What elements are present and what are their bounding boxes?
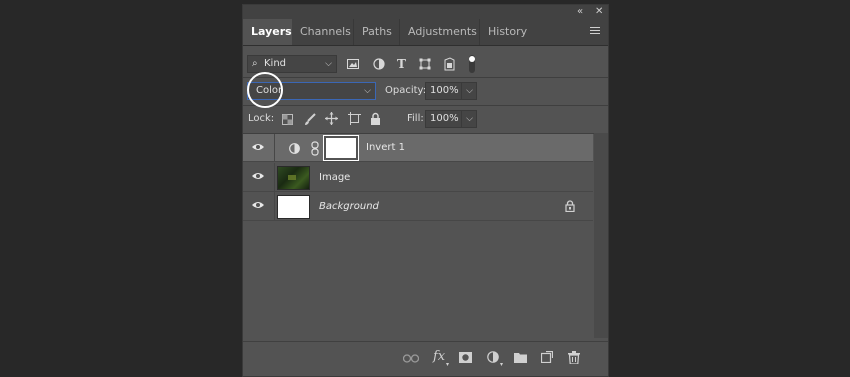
tab-channels[interactable]: Channels xyxy=(292,19,359,45)
lock-position-icon[interactable] xyxy=(325,112,338,125)
collapse-panel-icon[interactable]: « xyxy=(577,5,583,19)
lock-label: Lock: xyxy=(248,113,275,124)
opacity-label: Opacity: xyxy=(385,85,427,96)
filter-kind-select[interactable]: ⌕ Kind ⌵ xyxy=(247,55,337,73)
chevron-down-icon: ▾ xyxy=(446,361,450,368)
blend-row: Color ⌵ Opacity: 100% ⌵ xyxy=(243,78,608,105)
adjustment-layer-icon xyxy=(289,143,300,154)
chevron-down-icon: ⌵ xyxy=(325,59,332,69)
link-layers-icon[interactable] xyxy=(403,354,419,363)
chevron-down-icon: ⌵ xyxy=(364,86,371,96)
lock-icon[interactable] xyxy=(565,200,575,212)
visibility-toggle[interactable] xyxy=(243,134,275,161)
mask-link-icon[interactable] xyxy=(311,141,319,156)
layer-mask-thumbnail[interactable] xyxy=(323,135,359,161)
tab-layers[interactable]: Layers xyxy=(243,19,292,45)
tab-history[interactable]: History xyxy=(479,19,535,45)
chevron-down-icon: ⌵ xyxy=(466,86,473,96)
new-group-icon[interactable] xyxy=(514,352,527,363)
tab-adjustments[interactable]: Adjustments xyxy=(399,19,485,45)
layer-row-image[interactable]: Image xyxy=(243,163,593,192)
search-icon: ⌕ xyxy=(252,58,258,69)
shape-filter-icon[interactable] xyxy=(419,58,431,70)
tab-paths[interactable]: Paths xyxy=(353,19,400,45)
opacity-dropdown[interactable]: ⌵ xyxy=(461,82,477,100)
filter-toggle-icon[interactable] xyxy=(468,54,476,74)
lock-row: Lock: Fill: 100% ⌵ xyxy=(243,106,608,133)
opacity-input[interactable]: 100% xyxy=(425,82,463,100)
panel-tabs: Layers Channels Paths Adjustments Histor… xyxy=(243,19,608,46)
layer-row-background[interactable]: Background xyxy=(243,192,593,221)
image-filter-icon[interactable] xyxy=(347,59,359,69)
layer-name[interactable]: Background xyxy=(319,200,379,214)
filter-kind-label: Kind xyxy=(264,58,287,69)
add-mask-icon[interactable] xyxy=(459,352,472,363)
filter-row: ⌕ Kind ⌵ T xyxy=(243,51,608,77)
chevron-down-icon: ▾ xyxy=(500,361,504,368)
new-layer-icon[interactable] xyxy=(541,351,553,363)
layer-image-thumbnail xyxy=(277,166,310,190)
highlight-ring xyxy=(247,72,283,108)
lock-transparent-pixels-icon[interactable] xyxy=(282,114,293,125)
chevron-down-icon: ⌵ xyxy=(466,114,473,124)
visibility-toggle[interactable] xyxy=(243,163,275,191)
eye-icon xyxy=(252,173,264,179)
panel-menu-icon[interactable] xyxy=(590,27,600,36)
layer-name[interactable]: Invert 1 xyxy=(366,141,405,155)
layers-footer-toolbar: fx ▾ ▾ xyxy=(243,341,608,376)
layers-panel: « ✕ Layers Channels Paths Adjustments Hi… xyxy=(242,4,609,377)
lock-artboard-icon[interactable] xyxy=(348,112,361,125)
close-panel-icon[interactable]: ✕ xyxy=(595,5,603,19)
fill-dropdown[interactable]: ⌵ xyxy=(461,110,477,128)
visibility-toggle[interactable] xyxy=(243,192,275,220)
new-adjustment-icon[interactable] xyxy=(487,351,499,363)
layer-row-invert[interactable]: Invert 1 xyxy=(243,134,593,162)
fill-input[interactable]: 100% xyxy=(425,110,463,128)
lock-image-pixels-icon[interactable] xyxy=(304,113,316,126)
fill-label: Fill: xyxy=(407,113,424,124)
eye-icon xyxy=(252,202,264,208)
delete-layer-icon[interactable] xyxy=(568,351,580,364)
layers-scrollbar[interactable] xyxy=(594,133,608,338)
smart-object-filter-icon[interactable] xyxy=(444,57,455,71)
eye-icon xyxy=(252,144,264,150)
type-filter-icon[interactable]: T xyxy=(397,56,406,72)
adjustment-filter-icon[interactable] xyxy=(373,58,385,70)
layer-background-thumbnail xyxy=(277,195,310,219)
fx-icon[interactable]: fx xyxy=(433,350,445,364)
lock-all-icon[interactable] xyxy=(370,112,381,125)
layer-name[interactable]: Image xyxy=(319,171,350,185)
panel-title-bar: « ✕ xyxy=(243,5,608,19)
